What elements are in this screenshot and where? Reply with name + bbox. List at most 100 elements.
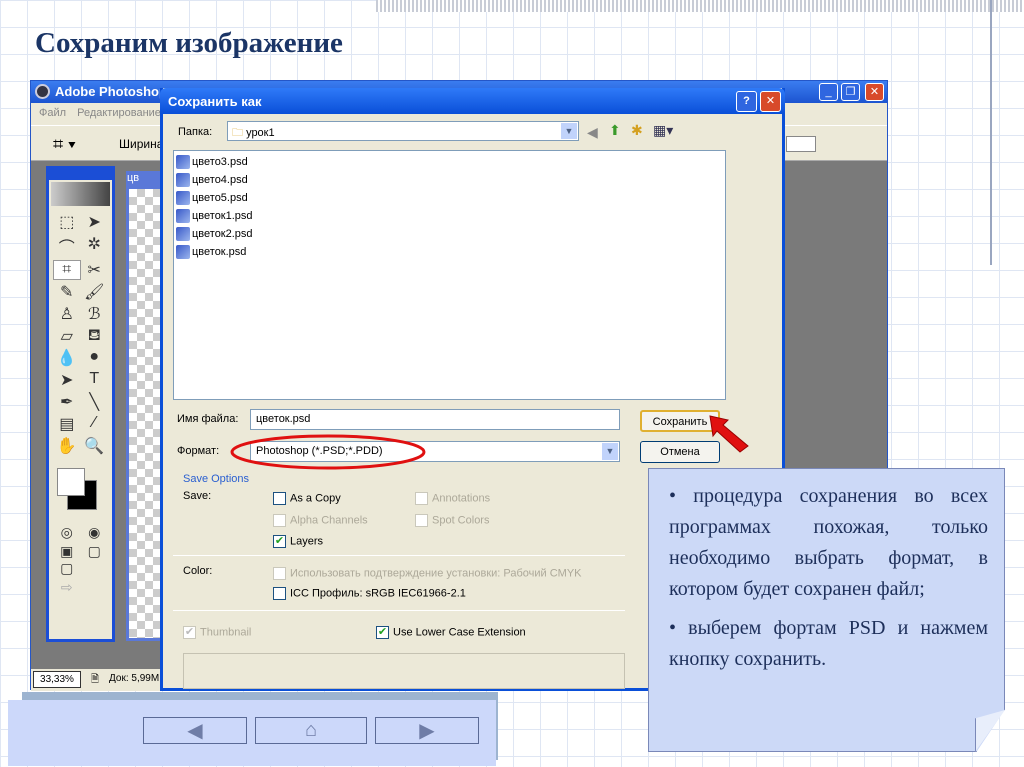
view-menu-icon[interactable]: ▦▾ — [653, 122, 673, 139]
save-options-heading: Save Options — [183, 473, 250, 485]
path-select-icon[interactable]: ➤ — [53, 370, 81, 390]
jump-to-imageready-icon[interactable]: ⇨ — [53, 579, 81, 596]
save-label: Save: — [183, 490, 212, 502]
eraser-tool-icon[interactable]: ▱ — [53, 326, 81, 346]
fullscreen-mode-icon[interactable]: ▢ — [81, 543, 109, 577]
folder-value: урок1 — [246, 127, 275, 139]
menu-edit[interactable]: Редактирование — [77, 107, 161, 119]
standard-mode-icon[interactable]: ◎ — [53, 524, 81, 541]
toolbox: ⬚ ➤ ⌒ ✲ ⌗ ✂ ✎ 🖌 ♙ ℬ ▱ ⛾ 💧 ● ➤ T ✒ ╲ ▤ ⁄ ✋ 🔍 ◎ ◉ ▣ ▢ ▢… — [46, 166, 115, 642]
thumbnail-checkbox: ✔ Thumbnail — [183, 626, 252, 639]
dialog-close-button[interactable]: ✕ — [760, 91, 781, 112]
filename-label: Имя файла: — [177, 413, 239, 425]
quickmask-mode-icon[interactable]: ◉ — [81, 524, 109, 541]
file-name: цветок2.psd — [192, 228, 253, 240]
annotations-checkbox: Annotations — [415, 492, 490, 505]
help-button[interactable]: ? — [736, 91, 757, 112]
zoom-level[interactable]: 33,33% — [33, 671, 81, 688]
icc-profile-checkbox[interactable]: ICC Профиль: sRGB IEC61966-2.1 — [273, 587, 466, 600]
use-proof-checkbox: Использовать подтверждение установки: Ра… — [273, 567, 582, 580]
color-swatches[interactable] — [53, 464, 108, 516]
slice-tool-icon[interactable]: ✂ — [81, 260, 109, 280]
dialog-title-bar: Сохранить как — [160, 88, 785, 114]
psd-file-icon — [176, 191, 190, 205]
arrow-right-icon: ▶ — [419, 720, 435, 742]
as-copy-checkbox[interactable]: As a Copy — [273, 492, 341, 505]
file-item[interactable]: цвето3.psd — [176, 153, 723, 171]
back-icon[interactable]: ◀ — [587, 124, 598, 141]
divider — [173, 610, 625, 611]
marquee-tool-icon[interactable]: ⬚ — [53, 212, 81, 232]
psd-file-icon — [176, 227, 190, 241]
layers-checkbox[interactable]: ✔ Layers — [273, 535, 323, 548]
document-tab: цв — [127, 172, 140, 184]
chevron-down-icon[interactable]: ▼ — [561, 123, 577, 139]
dialog-title: Сохранить как — [168, 94, 262, 109]
screen-mode-icon[interactable]: ▣ ▢ — [53, 543, 81, 577]
chevron-down-icon[interactable]: ▼ — [602, 443, 618, 460]
move-tool-icon[interactable]: ➤ — [81, 212, 109, 232]
home-button[interactable]: ⌂ — [255, 717, 367, 744]
top-decoration — [376, 0, 1024, 12]
folder-icon: 🗀 — [232, 127, 243, 139]
home-icon: ⌂ — [304, 719, 318, 741]
notes-tool-icon[interactable]: ▤ — [53, 414, 81, 434]
spot-colors-checkbox: Spot Colors — [415, 514, 489, 527]
dodge-tool-icon[interactable]: ● — [81, 348, 109, 368]
options-field[interactable] — [786, 136, 816, 152]
blur-tool-icon[interactable]: 💧 — [53, 348, 81, 368]
minimize-button[interactable]: _ — [819, 83, 838, 101]
navigation-bar: ◀ ⌂ ▶ — [8, 700, 496, 766]
lasso-tool-icon[interactable]: ⌒ — [53, 234, 81, 258]
menu-file[interactable]: Файл — [39, 107, 66, 119]
red-arrow-icon — [709, 415, 749, 453]
psd-file-icon — [176, 173, 190, 187]
doc-size: Док: 5,99M — [109, 673, 160, 684]
up-folder-icon[interactable]: ⬆ — [609, 122, 621, 139]
highlight-ellipse — [230, 434, 426, 470]
slide-title: Сохраним изображение — [35, 27, 343, 59]
filename-input[interactable]: цветок.psd — [250, 409, 620, 430]
file-item[interactable]: цвето5.psd — [176, 189, 723, 207]
type-tool-icon[interactable]: T — [81, 370, 109, 390]
photoshop-title: Adobe Photoshop — [55, 84, 167, 99]
line-tool-icon[interactable]: ╲ — [81, 392, 109, 412]
zoom-tool-icon[interactable]: 🔍 — [81, 436, 109, 456]
history-brush-icon[interactable]: ℬ — [81, 304, 109, 324]
crop-tool-icon[interactable]: ⌗ ▾ — [53, 134, 76, 155]
file-name: цвето5.psd — [192, 192, 248, 204]
hand-tool-icon[interactable]: ✋ — [53, 436, 81, 456]
folder-select[interactable]: 🗀 урок1 ▼ — [227, 121, 579, 141]
file-name: цветок1.psd — [192, 210, 253, 222]
file-name: цветок.psd — [192, 246, 247, 258]
psd-file-icon — [176, 155, 190, 169]
color-label: Color: — [183, 565, 213, 577]
close-button[interactable]: ✕ — [865, 83, 884, 101]
file-item[interactable]: цвето4.psd — [176, 171, 723, 189]
crop-tool-icon[interactable]: ⌗ — [53, 260, 81, 280]
new-folder-icon[interactable]: ✱ — [631, 122, 643, 139]
prev-slide-button[interactable]: ◀ — [143, 717, 247, 744]
healing-brush-icon[interactable]: ✎ — [53, 282, 81, 302]
format-label: Формат: — [177, 445, 220, 457]
arrow-left-icon: ◀ — [187, 720, 203, 742]
maximize-button[interactable]: ❐ — [841, 83, 860, 101]
file-item[interactable]: цветок2.psd — [176, 225, 723, 243]
magic-wand-icon[interactable]: ✲ — [81, 234, 109, 258]
file-name: цвето4.psd — [192, 174, 248, 186]
info-panel — [183, 653, 625, 689]
next-slide-button[interactable]: ▶ — [375, 717, 479, 744]
decorative-line — [990, 0, 992, 265]
pen-tool-icon[interactable]: ✒ — [53, 392, 81, 412]
callout-bullet: • процедура сохранения во всех программа… — [669, 485, 988, 600]
file-item[interactable]: цветок.psd — [176, 243, 723, 261]
eyedropper-icon[interactable]: ⁄ — [81, 414, 109, 434]
bucket-tool-icon[interactable]: ⛾ — [81, 326, 109, 346]
brush-tool-icon[interactable]: 🖌 — [81, 282, 109, 302]
callout-bullet: • выберем фортам PSD и нажмем кнопку сох… — [669, 617, 988, 670]
file-item[interactable]: цветок1.psd — [176, 207, 723, 225]
lower-case-checkbox[interactable]: ✔ Use Lower Case Extension — [376, 626, 526, 639]
psd-file-icon — [176, 209, 190, 223]
stamp-tool-icon[interactable]: ♙ — [53, 304, 81, 324]
foreground-color[interactable] — [57, 468, 85, 496]
